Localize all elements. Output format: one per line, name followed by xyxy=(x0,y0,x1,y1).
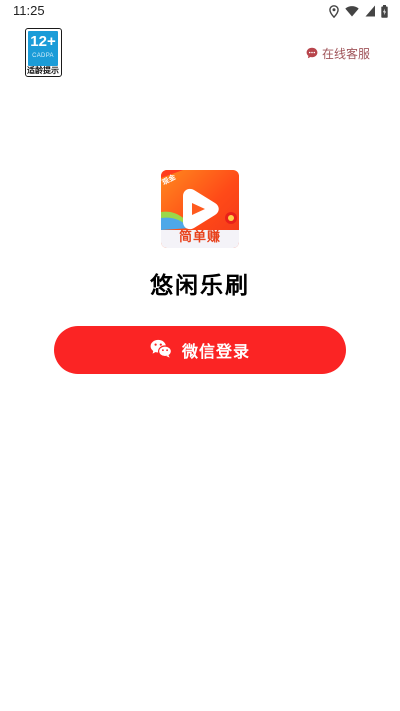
chat-bubble-icon xyxy=(306,44,318,63)
status-icons xyxy=(329,3,388,19)
signal-icon xyxy=(365,5,375,17)
online-service-button[interactable]: 在线客服 xyxy=(306,44,370,63)
status-bar: 11:25 xyxy=(0,0,400,22)
age-rating-number-panel: 12+ CADPA xyxy=(28,31,58,66)
wechat-login-label: 微信登录 xyxy=(181,342,250,361)
wifi-icon xyxy=(345,5,359,17)
age-rating-number: 12+ xyxy=(30,33,56,50)
age-rating-code: CADPA xyxy=(32,53,54,59)
online-service-label: 在线客服 xyxy=(321,47,370,61)
battery-icon xyxy=(381,4,388,18)
app-icon-caption: 简单赚 xyxy=(178,230,221,245)
status-time: 11:25 xyxy=(13,3,45,18)
wechat-login-button[interactable]: 微信登录 xyxy=(54,326,346,374)
age-rating-badge: 12+ CADPA 适龄提示 xyxy=(25,28,62,77)
app-name: 悠闲乐刷 xyxy=(150,273,250,299)
age-rating-caption: 适龄提示 xyxy=(27,66,59,75)
app-logo: 现金 简单赚 xyxy=(161,170,239,248)
wechat-icon xyxy=(150,339,172,362)
location-icon xyxy=(329,4,339,18)
login-screen: 11:25 12+ CADPA 适龄提示 在线客服 现金 简单赚 悠闲乐刷 微信… xyxy=(0,0,400,711)
